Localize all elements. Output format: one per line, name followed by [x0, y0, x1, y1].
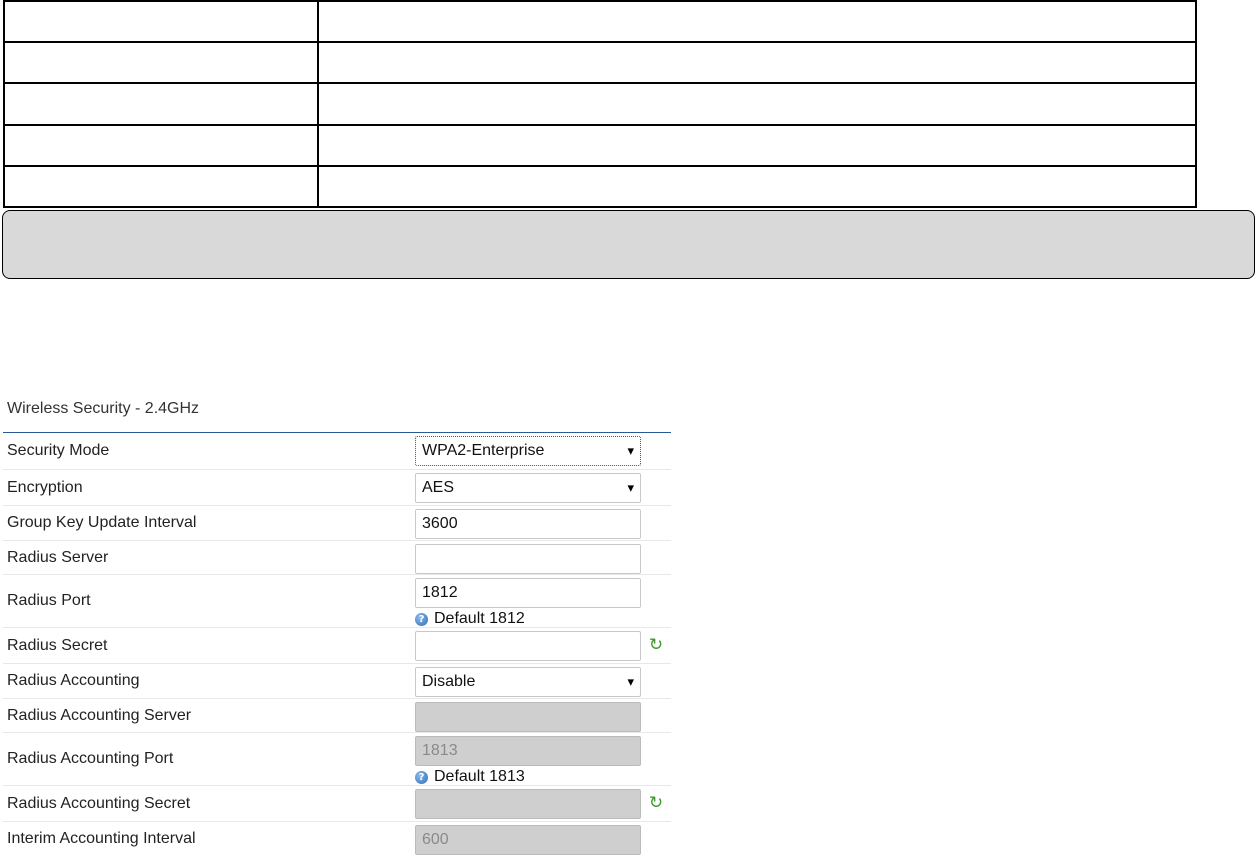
radius-accounting-port-row: Radius Accounting Port 1813 ? Default 18…: [3, 733, 671, 786]
interim-accounting-interval-label: Interim Accounting Interval: [7, 830, 196, 847]
security-mode-value: WPA2-Enterprise: [422, 442, 545, 459]
radius-port-label: Radius Port: [7, 592, 91, 609]
radius-accounting-row: Radius Accounting Disable: [3, 664, 671, 699]
encryption-value: AES: [422, 479, 455, 496]
radius-accounting-secret-row: Radius Accounting Secret ↻: [3, 786, 671, 822]
radius-port-input[interactable]: 1812: [415, 578, 641, 608]
radius-accounting-server-input: [415, 702, 641, 732]
panel-title: Wireless Security - 2.4GHz: [3, 392, 671, 433]
group-key-interval-row: Group Key Update Interval 3600: [3, 506, 671, 541]
note-box: [2, 210, 1255, 279]
table-row: [3, 0, 1197, 44]
radius-secret-row: Radius Secret ↻: [3, 628, 671, 664]
radius-accounting-secret-label: Radius Accounting Secret: [7, 794, 191, 812]
refresh-icon[interactable]: ↻: [649, 637, 663, 654]
radius-accounting-value: Disable: [422, 673, 476, 690]
radius-accounting-port-label: Radius Accounting Port: [7, 750, 174, 767]
table-cell: [3, 82, 319, 126]
radius-port-hint-text: Default 1812: [434, 610, 525, 627]
radius-accounting-port-hint: ? Default 1813: [415, 767, 641, 787]
table-cell: [3, 164, 319, 209]
radius-accounting-server-row: Radius Accounting Server: [3, 699, 671, 733]
table-cell: [317, 41, 1197, 85]
encryption-select[interactable]: AES: [415, 473, 641, 503]
table-cell: [3, 123, 319, 167]
security-mode-label: Security Mode: [7, 442, 110, 459]
security-mode-row: Security Mode WPA2-Enterprise: [3, 433, 671, 470]
radius-accounting-server-label: Radius Accounting Server: [7, 706, 192, 724]
help-icon: ?: [415, 770, 428, 784]
table-row: [3, 41, 1197, 85]
encryption-label: Encryption: [7, 478, 83, 496]
help-icon: ?: [415, 612, 428, 626]
radius-accounting-secret-input: [415, 789, 641, 819]
table-cell: [3, 41, 319, 85]
wireless-security-panel: Wireless Security - 2.4GHz Security Mode…: [3, 392, 671, 856]
radius-accounting-select[interactable]: Disable: [415, 667, 641, 697]
refresh-icon[interactable]: ↻: [649, 795, 663, 812]
radius-port-hint: ? Default 1812: [415, 609, 641, 629]
radius-accounting-label: Radius Accounting: [7, 672, 140, 689]
encryption-row: Encryption AES: [3, 470, 671, 506]
radius-secret-label: Radius Secret: [7, 636, 108, 654]
radius-accounting-port-input: 1813: [415, 736, 641, 766]
table-cell: [317, 164, 1197, 209]
radius-secret-input[interactable]: [415, 631, 641, 661]
radius-server-input[interactable]: [415, 544, 641, 574]
interim-accounting-interval-input: 600: [415, 825, 641, 855]
radius-accounting-port-hint-text: Default 1813: [434, 768, 525, 785]
group-key-interval-input[interactable]: 3600: [415, 509, 641, 539]
table-row: [3, 82, 1197, 126]
security-mode-select[interactable]: WPA2-Enterprise: [415, 436, 641, 466]
table-cell: [3, 0, 319, 44]
interim-accounting-interval-row: Interim Accounting Interval 600: [3, 822, 671, 856]
table-row: [3, 123, 1197, 167]
table-cell: [317, 0, 1197, 44]
table-row: [3, 164, 1197, 209]
blank-table: [3, 0, 1197, 209]
radius-server-label: Radius Server: [7, 548, 109, 566]
radius-server-row: Radius Server: [3, 541, 671, 575]
group-key-interval-label: Group Key Update Interval: [7, 514, 197, 531]
radius-port-row: Radius Port 1812 ? Default 1812: [3, 575, 671, 628]
table-cell: [317, 123, 1197, 167]
table-cell: [317, 82, 1197, 126]
